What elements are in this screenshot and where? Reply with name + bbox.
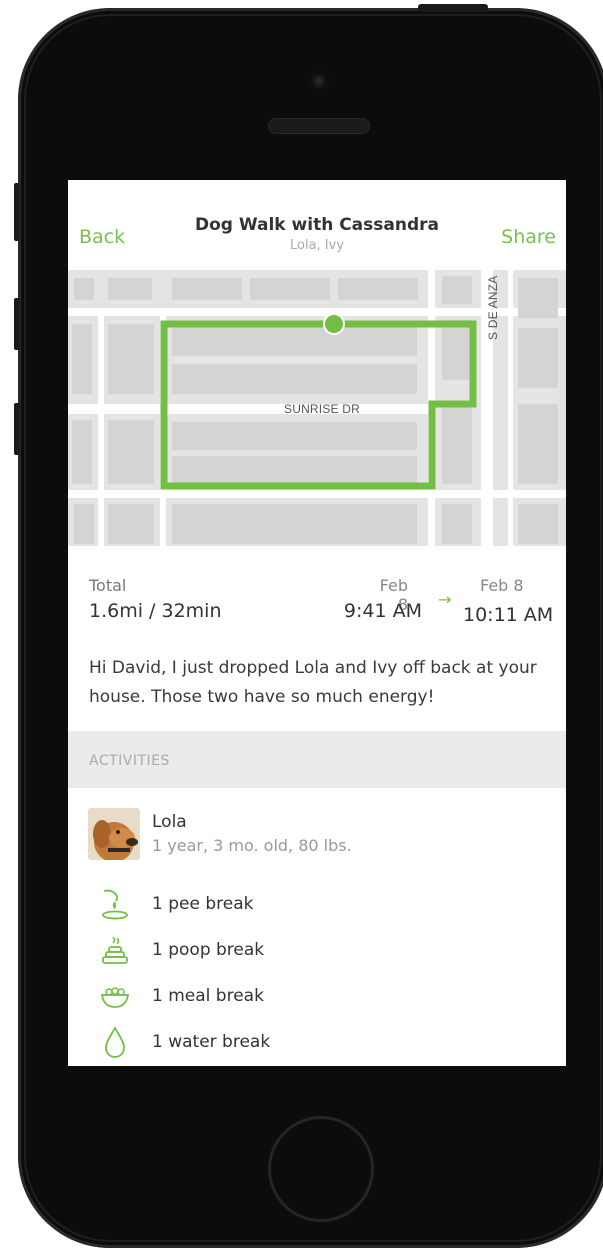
pee-icon [102, 889, 128, 920]
dog-row: Lola 1 year, 3 mo. old, 80 lbs. [68, 788, 566, 878]
arrow-right-icon: → [438, 590, 452, 609]
dog-avatar [88, 808, 140, 860]
meal-bowl-icon [100, 987, 130, 1008]
activity-label: 1 pee break [152, 894, 254, 914]
water-drop-icon [105, 1026, 125, 1058]
activity-item: 1 poop break [68, 927, 566, 973]
total-value: 1.6mi / 32min [89, 600, 222, 622]
street-label-sunrise: SUNRISE DR [284, 402, 361, 416]
navigation-bar: Back Dog Walk with Cassandra Lola, Ivy S… [68, 180, 566, 264]
dog-name: Lola [152, 812, 187, 832]
page-subtitle: Lola, Ivy [289, 238, 345, 253]
power-button [418, 4, 488, 12]
share-button[interactable]: Share [501, 226, 556, 248]
dog-info: 1 year, 3 mo. old, 80 lbs. [152, 836, 352, 855]
earpiece-speaker [268, 118, 370, 134]
front-camera [308, 70, 330, 92]
activity-item: 1 pee break [68, 881, 566, 927]
total-label: Total [89, 576, 127, 595]
activity-item: 1 meal break [68, 973, 566, 1019]
end-date: Feb 8 [480, 576, 524, 595]
volume-up-button [14, 298, 20, 350]
volume-down-button [14, 403, 20, 455]
page-title: Dog Walk with Cassandra [194, 215, 439, 235]
walker-message: Hi David, I just dropped Lola and Ivy of… [89, 658, 537, 707]
activity-label: 1 meal break [152, 986, 264, 1006]
activity-label: 1 poop break [152, 940, 265, 960]
poop-icon [102, 936, 128, 964]
activity-item: 1 water break [68, 1019, 566, 1065]
end-time: 10:11 AM [463, 604, 554, 626]
home-button[interactable] [268, 1116, 374, 1222]
activities-section-header: ACTIVITIES [68, 731, 566, 788]
activities-header-label: ACTIVITIES [89, 753, 170, 769]
activity-label: 1 water break [152, 1032, 271, 1052]
street-label-de-anza: S DE ANZA [486, 275, 500, 340]
app-screen: Back Dog Walk with Cassandra Lola, Ivy S… [68, 180, 566, 1066]
start-time: 9:41 AM [343, 600, 422, 622]
silent-switch [14, 183, 20, 241]
walk-summary: Total 1.6mi / 32min Feb 8 9:41 AM → Feb … [68, 546, 566, 730]
walk-route-map[interactable]: SUNRISE DR S DE ANZA [68, 264, 566, 546]
